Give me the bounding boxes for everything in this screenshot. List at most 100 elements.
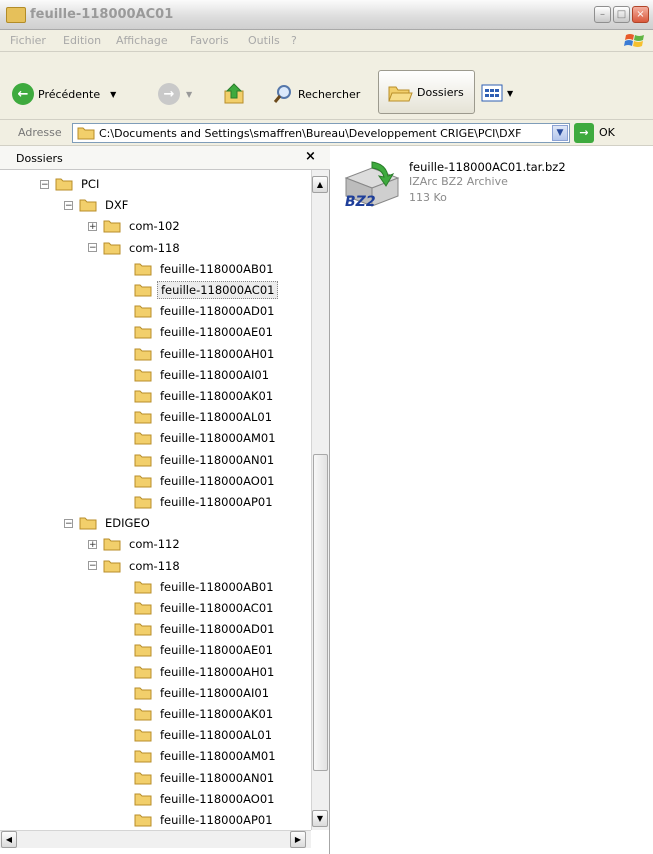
tree-node[interactable]: + com-102 [88, 216, 183, 236]
tree-node[interactable]: feuille-118000AD01 [134, 619, 277, 639]
chevron-down-icon[interactable]: ▼ [110, 90, 116, 99]
tree-node[interactable]: − com-118 [88, 238, 183, 258]
views-button[interactable]: ▼ [481, 83, 513, 103]
tree-node[interactable]: feuille-118000AO01 [134, 789, 277, 809]
tree-node[interactable]: feuille-118000AK01 [134, 386, 276, 406]
go-label[interactable]: OK [599, 126, 615, 139]
vertical-scrollbar[interactable]: ▲ ▼ [311, 170, 329, 830]
chevron-down-icon[interactable]: ▼ [552, 125, 568, 141]
tree-node[interactable]: feuille-118000AM01 [134, 428, 279, 448]
collapse-icon[interactable]: − [40, 179, 49, 189]
menu-affichage[interactable]: Affichage [116, 34, 168, 47]
folder-icon [103, 560, 121, 573]
back-label: Précédente [38, 87, 101, 101]
tree-node[interactable]: feuille-118000AP01 [134, 492, 276, 512]
folder-icon [134, 708, 152, 721]
folder-icon [134, 687, 152, 700]
folder-icon [134, 369, 152, 382]
collapse-icon[interactable]: − [64, 518, 73, 528]
tree-node[interactable]: feuille-118000AI01 [134, 365, 272, 385]
scroll-thumb[interactable] [313, 454, 328, 771]
tree-node[interactable]: feuille-118000AE01 [134, 322, 276, 342]
minimize-button[interactable]: – [594, 6, 611, 23]
windows-logo-icon [624, 34, 644, 47]
scroll-left-button[interactable]: ◀ [1, 831, 17, 848]
tree-node[interactable]: feuille-118000AN01 [134, 450, 277, 470]
tree-node-label: feuille-118000AD01 [160, 622, 275, 637]
menu-fichier[interactable]: Fichier [10, 34, 46, 47]
close-icon[interactable]: × [305, 149, 316, 164]
file-item[interactable]: BZ2 feuille-118000AC01.tar.bz2 IZArc BZ2… [342, 160, 566, 211]
tree-node[interactable]: − PCI [40, 174, 102, 194]
tree-node[interactable]: feuille-118000AM01 [134, 746, 279, 766]
chevron-down-icon[interactable]: ▼ [186, 90, 192, 99]
search-icon [273, 85, 291, 103]
menu-edition[interactable]: Edition [63, 34, 101, 47]
expand-icon[interactable]: + [88, 221, 97, 231]
tree-node-label: feuille-118000AE01 [160, 325, 273, 340]
folder-icon [134, 623, 152, 636]
folders-label: Dossiers [417, 86, 464, 99]
tree-node[interactable]: feuille-118000AK01 [134, 704, 276, 724]
tree-node[interactable]: feuille-118000AI01 [134, 683, 272, 703]
tree-node[interactable]: − com-118 [88, 556, 183, 576]
expand-icon[interactable]: + [88, 539, 97, 549]
tree-node-label: feuille-118000AO01 [160, 791, 275, 806]
tree-node[interactable]: feuille-118000AE01 [134, 640, 276, 660]
forward-button[interactable]: → ▼ [158, 83, 192, 105]
scroll-right-button[interactable]: ▶ [290, 831, 306, 848]
chevron-down-icon[interactable]: ▼ [507, 89, 513, 98]
folder-icon [134, 284, 152, 297]
tree-node[interactable]: feuille-118000AL01 [134, 407, 275, 427]
tree-node[interactable]: feuille-118000AD01 [134, 301, 277, 321]
folder-icon [134, 475, 152, 488]
tree-node[interactable]: + com-112 [88, 534, 183, 554]
tree-node-label: feuille-118000AB01 [160, 261, 274, 276]
search-button[interactable]: Rechercher [272, 83, 360, 105]
tree-node-label: com-118 [129, 558, 180, 573]
tree-node-label: EDIGEO [105, 516, 150, 531]
collapse-icon[interactable]: − [88, 561, 97, 571]
scroll-down-button[interactable]: ▼ [312, 810, 328, 827]
collapse-icon[interactable]: − [64, 200, 73, 210]
go-arrow-icon[interactable]: → [574, 123, 594, 143]
folder-icon [134, 772, 152, 785]
tree-node-label: feuille-118000AL01 [160, 728, 273, 743]
menu-outils[interactable]: Outils [248, 34, 280, 47]
back-button[interactable]: ← Précédente ▼ [12, 83, 116, 105]
tree-node[interactable]: feuille-118000AP01 [134, 810, 276, 830]
folder-icon [134, 305, 152, 318]
tree-node[interactable]: feuille-118000AN01 [134, 768, 277, 788]
up-folder-button[interactable] [222, 81, 248, 107]
tree-node-label: feuille-118000AI01 [160, 367, 270, 382]
folders-button[interactable]: Dossiers [378, 70, 475, 114]
folder-icon [77, 127, 95, 140]
tree-node-label: feuille-118000AC01 [157, 281, 279, 299]
menu-favoris[interactable]: Favoris [190, 34, 229, 47]
tree-node[interactable]: feuille-118000AL01 [134, 725, 275, 745]
folders-pane-header: Dossiers × [0, 146, 330, 170]
address-input[interactable]: C:\Documents and Settings\smaffren\Burea… [72, 123, 570, 143]
scroll-up-button[interactable]: ▲ [312, 176, 328, 193]
tree-node[interactable]: − EDIGEO [64, 513, 153, 533]
close-button[interactable]: × [632, 6, 649, 23]
collapse-icon[interactable]: − [88, 243, 97, 253]
folders-pane: Dossiers × − PCI − DXF + com-102− com-118 feuil… [0, 146, 330, 854]
folder-icon [134, 666, 152, 679]
tree-node-label: feuille-118000AB01 [160, 579, 274, 594]
maximize-button[interactable]: □ [613, 6, 630, 23]
tree-node[interactable]: feuille-118000AB01 [134, 577, 277, 597]
tree-node[interactable]: − DXF [64, 195, 131, 215]
tree-node[interactable]: feuille-118000AO01 [134, 471, 277, 491]
up-folder-icon [224, 83, 244, 104]
tree-node[interactable]: feuille-118000AC01 [134, 598, 276, 618]
tree-node-label: PCI [81, 177, 100, 191]
tree-node-label: feuille-118000AN01 [160, 452, 275, 467]
horizontal-scrollbar[interactable]: ◀ ▶ [0, 830, 311, 848]
search-label: Rechercher [298, 87, 361, 101]
tree-node[interactable]: feuille-118000AH01 [134, 344, 277, 364]
tree-node[interactable]: feuille-118000AC01 [134, 280, 279, 300]
tree-node[interactable]: feuille-118000AH01 [134, 662, 277, 682]
menu-help[interactable]: ? [291, 34, 297, 47]
tree-node[interactable]: feuille-118000AB01 [134, 259, 277, 279]
